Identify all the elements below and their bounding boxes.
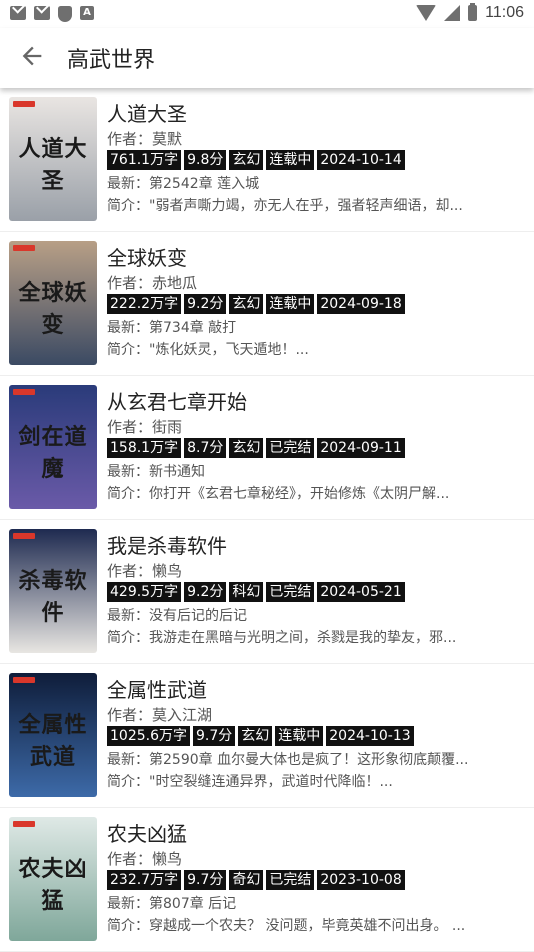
book-tag: 761.1万字 bbox=[107, 150, 182, 170]
book-tag: 8.7分 bbox=[184, 438, 227, 458]
book-tags: 158.1万字 8.7分 玄幻 已完结 2024-09-11 bbox=[107, 438, 405, 458]
book-tags: 761.1万字 9.8分 玄幻 连载中 2024-10-14 bbox=[107, 150, 405, 170]
book-intro: 简介：我游走在黑暗与光明之间，杀戮是我的挚友，邪... bbox=[107, 630, 457, 646]
mail-icon bbox=[34, 6, 50, 20]
book-tag: 222.2万字 bbox=[107, 294, 182, 314]
book-tag: 9.7分 bbox=[193, 726, 236, 746]
book-title: 我是杀毒软件 bbox=[107, 534, 227, 558]
book-tag: 2024-09-11 bbox=[317, 438, 405, 458]
book-tag: 2023-10-08 bbox=[317, 870, 405, 890]
book-tag: 已完结 bbox=[266, 870, 315, 890]
book-latest-chapter: 最新：第2590章 血尔曼大体也是疯了！这形象彻底颠覆... bbox=[107, 752, 469, 768]
book-list-item[interactable]: 全属性武道 全属性武道 作者：莫入江湖 1025.6万字 9.7分 玄幻 连载中 2024-1… bbox=[0, 664, 534, 808]
book-tag: 1025.6万字 bbox=[107, 726, 190, 746]
book-intro: 简介：你打开《玄君七章秘经》，开始修炼《太阴尸解... bbox=[107, 486, 450, 502]
status-bar: A 11:06 bbox=[0, 0, 534, 28]
book-list-item[interactable]: 剑在道魔 从玄君七章开始作者：街雨 158.1万字 8.7分 玄幻 已完结 2024-09-… bbox=[0, 376, 534, 520]
book-list-item[interactable]: 人道大圣 人道大圣 作者：莫默 761.1万字 9.8分 玄幻 连载中 2024-10-14 最… bbox=[0, 88, 534, 232]
book-tag: 科幻 bbox=[229, 582, 264, 602]
cover-brand-logo bbox=[13, 533, 35, 539]
book-cover-image: 全球妖变 bbox=[9, 241, 97, 365]
shield-icon bbox=[58, 6, 72, 22]
cover-brand-logo bbox=[13, 389, 35, 395]
book-latest-chapter: 最新：第807章 后记 bbox=[107, 896, 237, 912]
cover-title-art: 全球妖变 bbox=[18, 280, 88, 338]
book-tags: 222.2万字 9.2分 玄幻 连载中 2024-09-18 bbox=[107, 294, 405, 314]
book-latest-chapter: 最新：没有后记的后记 bbox=[107, 608, 247, 624]
book-tag: 9.2分 bbox=[184, 294, 227, 314]
book-list-item[interactable]: 农夫凶猛 农夫凶猛 作者：懒鸟 232.7万字 9.7分 奇幻 已完结 2023-10-08 最… bbox=[0, 808, 534, 952]
app-bar: 高武世界 bbox=[0, 28, 534, 88]
book-list-item[interactable]: 全球妖变 全球妖变 作者：赤地瓜 222.2万字 9.2分 玄幻 连载中 2024-09-18… bbox=[0, 232, 534, 376]
book-tag: 9.7分 bbox=[184, 870, 227, 890]
book-author: 作者：懒鸟 bbox=[107, 850, 183, 868]
book-tag: 连载中 bbox=[266, 150, 315, 170]
wifi-icon bbox=[416, 5, 437, 21]
book-tag: 158.1万字 bbox=[107, 438, 182, 458]
book-tag: 玄幻 bbox=[229, 294, 264, 314]
book-tag: 429.5万字 bbox=[107, 582, 182, 602]
book-tag: 连载中 bbox=[266, 294, 315, 314]
book-tags: 232.7万字 9.7分 奇幻 已完结 2023-10-08 bbox=[107, 870, 405, 890]
book-list-item[interactable]: 杀毒软件 我是杀毒软件作者：懒鸟 429.5万字 9.2分 科幻 已完结 2024-05-2… bbox=[0, 520, 534, 664]
cover-title-art: 全属性武道 bbox=[18, 712, 88, 770]
book-intro: 简介："炼化妖灵，飞天遁地！... bbox=[107, 342, 309, 358]
battery-icon bbox=[468, 3, 478, 21]
book-cover-image: 剑在道魔 bbox=[9, 385, 97, 509]
app-notification-icon: A bbox=[80, 6, 94, 20]
cover-title-art: 农夫凶猛 bbox=[18, 856, 88, 914]
signal-icon bbox=[444, 5, 461, 21]
book-tags: 429.5万字 9.2分 科幻 已完结 2024-05-21 bbox=[107, 582, 405, 602]
book-title: 从玄君七章开始 bbox=[107, 390, 247, 414]
book-tag: 9.8分 bbox=[184, 150, 227, 170]
system-icons: 11:06 bbox=[416, 3, 524, 22]
book-intro: 简介："弱者声嘶力竭，亦无人在乎，强者轻声细语，却... bbox=[107, 198, 463, 214]
book-tag: 连载中 bbox=[275, 726, 324, 746]
cover-title-art: 杀毒软件 bbox=[18, 568, 88, 626]
cover-brand-logo bbox=[13, 101, 35, 107]
book-author: 作者：莫默 bbox=[107, 130, 183, 148]
page-title: 高武世界 bbox=[67, 48, 156, 73]
book-tag: 玄幻 bbox=[229, 438, 264, 458]
book-cover-image: 人道大圣 bbox=[9, 97, 97, 221]
book-cover-image: 杀毒软件 bbox=[9, 529, 97, 653]
book-author: 作者：街雨 bbox=[107, 418, 183, 436]
book-latest-chapter: 最新：新书通知 bbox=[107, 464, 205, 480]
cover-title-art: 人道大圣 bbox=[18, 136, 88, 194]
mail-icon bbox=[10, 6, 26, 20]
book-cover-image: 农夫凶猛 bbox=[9, 817, 97, 941]
book-list: 人道大圣 人道大圣 作者：莫默 761.1万字 9.8分 玄幻 连载中 2024-10-14 最… bbox=[0, 88, 534, 952]
book-tag: 9.2分 bbox=[184, 582, 227, 602]
book-title: 全属性武道 bbox=[107, 678, 207, 702]
book-tags: 1025.6万字 9.7分 玄幻 连载中 2024-10-13 bbox=[107, 726, 414, 746]
book-author: 作者：懒鸟 bbox=[107, 562, 183, 580]
book-latest-chapter: 最新：第734章 敲打 bbox=[107, 320, 237, 336]
cover-brand-logo bbox=[13, 677, 35, 683]
cover-brand-logo bbox=[13, 821, 35, 827]
back-arrow-icon[interactable] bbox=[18, 42, 46, 70]
book-author: 作者：莫入江湖 bbox=[107, 706, 213, 724]
book-tag: 2024-09-18 bbox=[317, 294, 405, 314]
book-title: 农夫凶猛 bbox=[107, 822, 187, 846]
book-tag: 2024-10-13 bbox=[326, 726, 414, 746]
status-time: 11:06 bbox=[485, 4, 524, 21]
book-tag: 奇幻 bbox=[229, 870, 264, 890]
notification-icons: A bbox=[10, 6, 94, 22]
book-tag: 232.7万字 bbox=[107, 870, 182, 890]
book-tag: 2024-10-14 bbox=[317, 150, 405, 170]
cover-title-art: 剑在道魔 bbox=[18, 424, 88, 482]
book-tag: 玄幻 bbox=[229, 150, 264, 170]
book-author: 作者：赤地瓜 bbox=[107, 274, 198, 292]
book-intro: 简介："时空裂缝连通异界，武道时代降临！... bbox=[107, 774, 393, 790]
book-title: 全球妖变 bbox=[107, 246, 187, 270]
cover-brand-logo bbox=[13, 245, 35, 251]
book-title: 人道大圣 bbox=[107, 102, 187, 126]
book-tag: 2024-05-21 bbox=[317, 582, 405, 602]
book-cover-image: 全属性武道 bbox=[9, 673, 97, 797]
book-intro: 简介：穿越成一个农夫？ 没问题，毕竟英雄不问出身。 ... bbox=[107, 918, 466, 934]
book-tag: 玄幻 bbox=[238, 726, 273, 746]
book-tag: 已完结 bbox=[266, 438, 315, 458]
book-tag: 已完结 bbox=[266, 582, 315, 602]
book-latest-chapter: 最新：第2542章 莲入城 bbox=[107, 176, 260, 192]
